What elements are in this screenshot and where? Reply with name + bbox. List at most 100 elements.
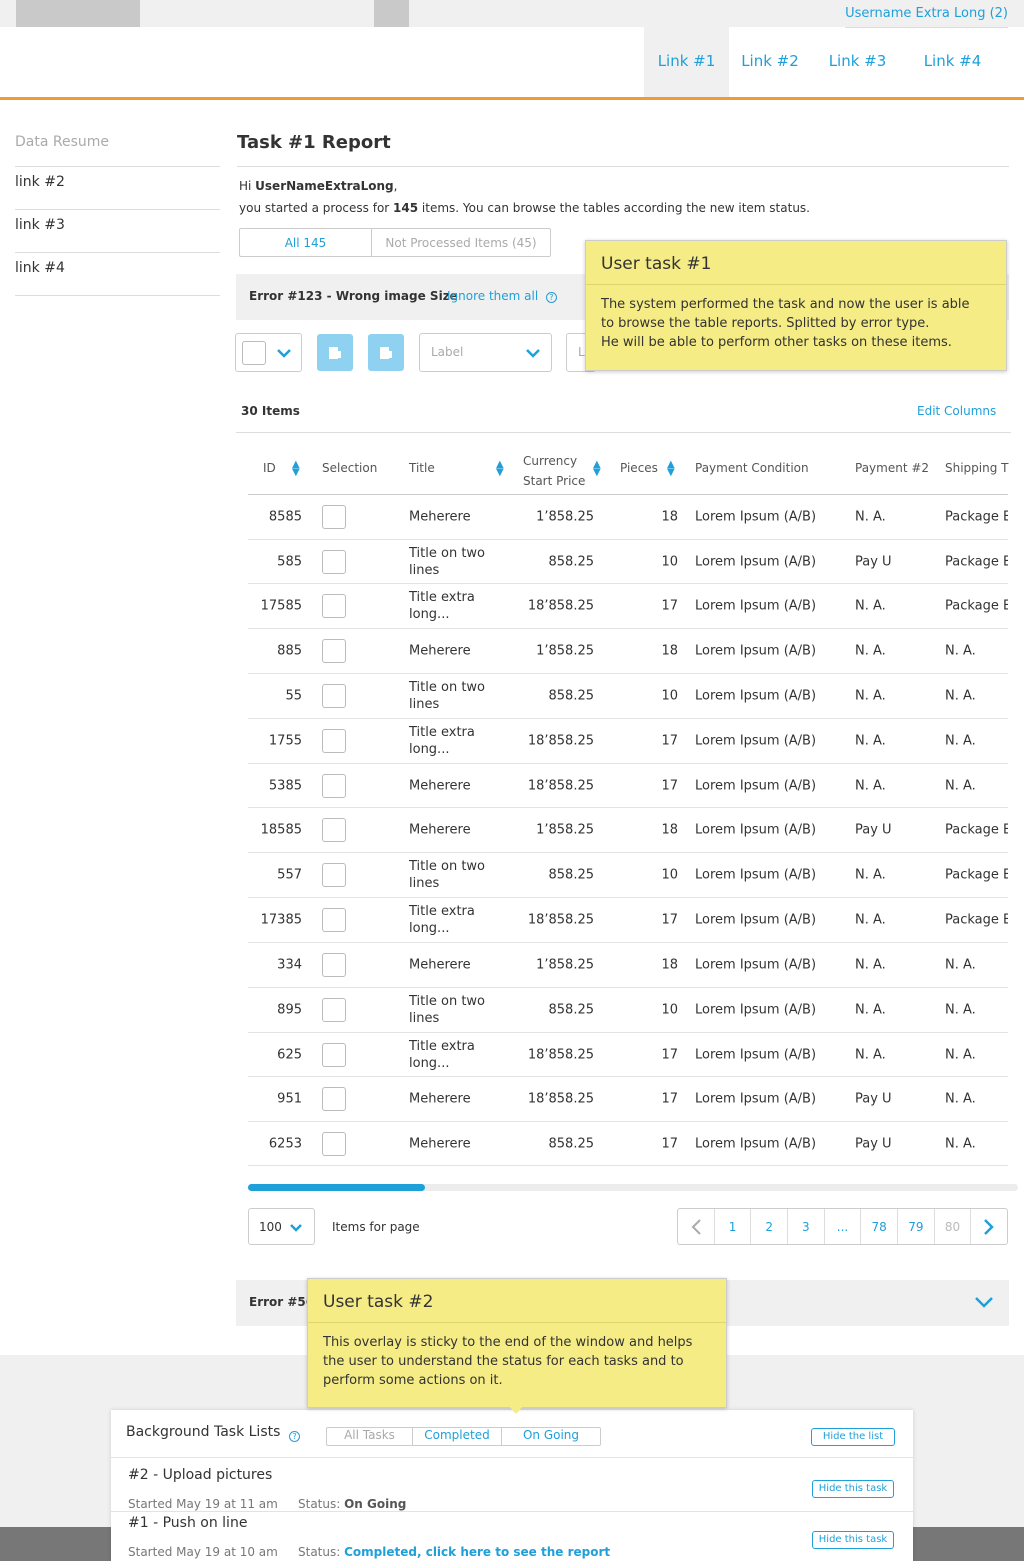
table-row[interactable]: 885 Meherere 1’858.25 18 Lorem Ipsum (A/B) N.… [248, 629, 1008, 674]
row-checkbox[interactable] [322, 998, 346, 1022]
page-79[interactable]: 79 [898, 1209, 935, 1244]
page-1[interactable]: 1 [715, 1209, 752, 1244]
chevron-down-icon [290, 1224, 302, 1232]
col-payment-condition[interactable]: Payment Condition [695, 461, 809, 475]
filter-on-going[interactable]: On Going [502, 1428, 600, 1445]
cell-payment-condition: Lorem Ipsum (A/B) [695, 554, 817, 569]
next-page-button[interactable] [971, 1209, 1007, 1244]
table-row[interactable]: 1755 Title extra long... 18’858.25 17 Lorem I… [248, 719, 1008, 764]
row-checkbox[interactable] [322, 505, 346, 529]
sort-icon[interactable]: ▲ ▼ [667, 460, 675, 478]
row-checkbox[interactable] [322, 1042, 346, 1067]
tab-not-processed[interactable]: Not Processed Items (45) [372, 229, 550, 256]
cell-payment-2: N. A. [855, 867, 886, 883]
col-id[interactable]: ID [263, 461, 276, 475]
filter-all-tasks[interactable]: All Tasks [327, 1428, 413, 1445]
row-checkbox[interactable] [322, 594, 346, 618]
table-row[interactable]: 557 Title on two lines 858.25 10 Lorem Ipsum … [248, 853, 1008, 898]
hide-task-button[interactable]: Hide this task [812, 1531, 894, 1549]
per-page-select[interactable]: 100 [248, 1208, 315, 1245]
cell-price: 18’858.25 [527, 778, 594, 793]
cell-payment-2: N. A. [855, 912, 886, 928]
col-payment-2[interactable]: Payment #2 [855, 461, 929, 475]
action-button-2[interactable] [368, 334, 404, 371]
table-row[interactable]: 585 Title on two lines 858.25 10 Lorem Ipsum … [248, 540, 1008, 584]
table-row[interactable]: 55 Title on two lines 858.25 10 Lorem Ipsum (… [248, 674, 1008, 719]
row-checkbox[interactable] [322, 818, 346, 842]
row-checkbox[interactable] [322, 639, 346, 663]
prev-page-button[interactable] [678, 1209, 715, 1244]
sidebar-item-link2[interactable]: link #2 [15, 174, 220, 210]
user-task-1-callout: User task #1 The system performed the ta… [585, 240, 1007, 371]
hide-list-button[interactable]: Hide the list [811, 1428, 895, 1446]
row-checkbox[interactable] [322, 549, 346, 574]
filter-completed[interactable]: Completed [413, 1428, 502, 1445]
help-icon[interactable]: ? [545, 292, 557, 303]
tab-all[interactable]: All 145 [240, 229, 372, 256]
nav-link-3[interactable]: Link #3 [815, 27, 900, 97]
user-task-2-callout: User task #2 This overlay is sticky to t… [307, 1278, 727, 1408]
action-button-1[interactable] [317, 334, 353, 371]
pagination: 1 2 3 ... 78 79 80 [677, 1208, 1008, 1245]
nav-link-4[interactable]: Link #4 [910, 27, 995, 97]
page-80[interactable]: 80 [935, 1209, 972, 1244]
cell-shipping: N. A. [945, 778, 976, 793]
select-all-checkbox[interactable] [242, 341, 266, 365]
cell-pieces: 17 [661, 778, 678, 793]
chevron-down-icon[interactable] [974, 1295, 994, 1309]
row-checkbox[interactable] [322, 908, 346, 932]
cell-shipping: Package E [945, 598, 1008, 614]
cell-payment-2: N. A. [855, 778, 886, 793]
page-3[interactable]: 3 [788, 1209, 825, 1244]
col-currency[interactable]: Currency Start Price [523, 451, 585, 491]
scrollbar-thumb[interactable] [248, 1184, 426, 1191]
table-row[interactable]: 625 Title extra long... 18’858.25 17 Lorem Ip… [248, 1033, 1008, 1077]
sidebar-item-link4[interactable]: link #4 [15, 260, 220, 296]
table-row[interactable]: 8585 Meherere 1’858.25 18 Lorem Ipsum (A/B) N… [248, 495, 1008, 540]
row-checkbox[interactable] [322, 729, 346, 753]
table-row[interactable]: 895 Title on two lines 858.25 10 Lorem Ipsum … [248, 988, 1008, 1033]
row-checkbox[interactable] [322, 1131, 346, 1156]
logo-placeholder [16, 0, 140, 27]
cell-price: 1’858.25 [536, 822, 594, 838]
ignore-all-link[interactable]: Ignore them all ? [447, 289, 557, 303]
col-title[interactable]: Title [409, 461, 435, 475]
label-select[interactable]: Label [419, 333, 552, 372]
col-pieces[interactable]: Pieces [620, 461, 658, 475]
help-icon[interactable]: ? [289, 1431, 300, 1442]
select-all-dropdown[interactable] [235, 333, 302, 372]
table-row[interactable]: 17585 Title extra long... 18’858.25 17 Lorem … [248, 584, 1008, 629]
username: UserNameExtraLong [255, 179, 394, 193]
table-row[interactable]: 334 Meherere 1’858.25 18 Lorem Ipsum (A/B) N.… [248, 943, 1008, 988]
row-checkbox[interactable] [322, 773, 346, 798]
edit-columns-link[interactable]: Edit Columns [917, 404, 996, 418]
page-78[interactable]: 78 [861, 1209, 899, 1244]
horizontal-scrollbar[interactable] [248, 1184, 1018, 1191]
nav-link-2[interactable]: Link #2 [729, 27, 811, 97]
sort-icon[interactable]: ▲ ▼ [593, 460, 601, 478]
col-selection: Selection [322, 461, 378, 475]
cell-price: 858.25 [548, 1002, 595, 1018]
table-row[interactable]: 5385 Meherere 18’858.25 17 Lorem Ipsum (A/B)… [248, 764, 1008, 808]
nav-link-1[interactable]: Link #1 [644, 27, 729, 97]
row-checkbox[interactable] [322, 684, 346, 708]
report-link[interactable]: Completed, click here to see the report [344, 1545, 610, 1559]
row-checkbox[interactable] [322, 953, 346, 977]
table-row[interactable]: 951 Meherere 18’858.25 17 Lorem Ipsum (A/B) P… [248, 1077, 1008, 1122]
table-row[interactable]: 6253 Meherere 858.25 17 Lorem Ipsum (A/B) Pay… [248, 1122, 1008, 1166]
row-checkbox[interactable] [322, 1087, 346, 1111]
hide-task-button[interactable]: Hide this task [812, 1480, 894, 1498]
cell-payment-2: N. A. [855, 733, 886, 749]
table-row[interactable]: 17385 Title extra long... 18’858.25 17 Lorem … [248, 898, 1008, 943]
sort-icon[interactable]: ▲ ▼ [292, 460, 300, 478]
status-value: On Going [344, 1497, 407, 1511]
cell-id: 334 [277, 957, 302, 973]
table-row[interactable]: 18585 Meherere 1’858.25 18 Lorem Ipsum (A/B)… [248, 808, 1008, 853]
divider [237, 166, 1009, 167]
sort-icon[interactable]: ▲ ▼ [496, 460, 504, 478]
page-2[interactable]: 2 [751, 1209, 789, 1244]
sidebar-item-link3[interactable]: link #3 [15, 217, 220, 253]
user-menu[interactable]: Username Extra Long (2) [845, 6, 1008, 28]
col-shipping[interactable]: Shipping T [945, 461, 1009, 475]
row-checkbox[interactable] [322, 863, 346, 887]
